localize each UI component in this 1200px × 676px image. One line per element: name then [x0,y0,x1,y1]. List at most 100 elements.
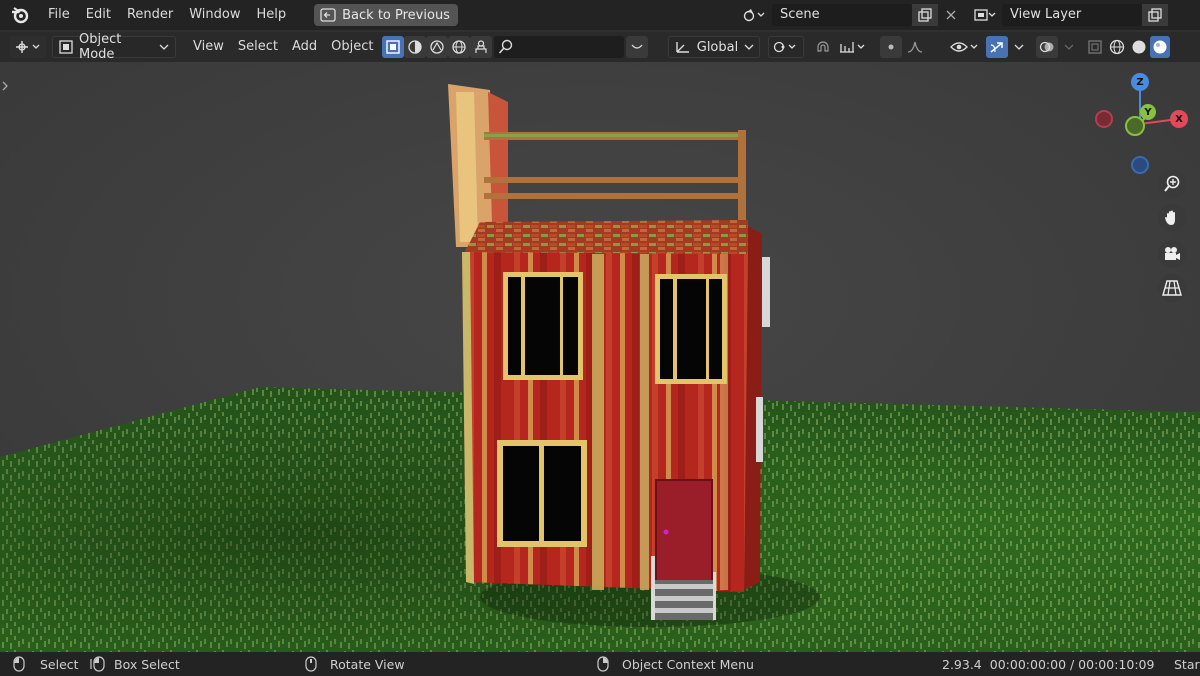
transform-orientation-dropdown[interactable]: Global [668,36,761,58]
gizmo-dropdown[interactable] [1008,36,1030,58]
mode-label: Object Mode [79,32,122,62]
gizmo-neg-y-axis[interactable] [1125,116,1145,136]
3d-viewport[interactable]: Z Y X [0,62,1200,652]
top-bar: File Edit Render Window Help Back to Pre… [0,0,1200,30]
viewport-header: Object Mode View Select Add Object Globa… [0,32,1200,62]
xray-icon [1088,40,1103,54]
pivot-point-dropdown[interactable] [768,36,805,58]
magnet-icon [815,39,831,55]
scene-selector: Scene [736,4,964,26]
overlays-toggle[interactable] [1036,36,1059,58]
select-intersect-button[interactable] [470,36,493,58]
scene-icon [743,8,765,22]
solid-sphere-icon [1131,39,1147,55]
scene-browse-button[interactable] [736,4,772,26]
chevron-down-icon [1064,43,1074,51]
status-bar: Select Box Select Rotate View Object Con… [0,652,1200,676]
person-icon [474,40,488,54]
select-invert-button[interactable] [448,36,471,58]
viewport-search[interactable] [494,36,625,58]
hand-sphere-icon [430,40,445,54]
menu-add[interactable]: Add [285,36,324,58]
menu-window[interactable]: Window [181,4,248,26]
scene-name-field[interactable]: Scene [772,4,912,26]
gizmo-z-axis[interactable]: Z [1131,73,1149,91]
dropdown-arc-icon [630,42,644,52]
view-layer-icon [974,8,996,22]
gizmo-x-axis[interactable]: X [1170,110,1188,128]
menu-render[interactable]: Render [119,4,181,26]
gizmo-neg-x-axis[interactable] [1095,110,1113,128]
gizmo-arrow-icon [989,40,1005,54]
status-select: Select [12,656,79,672]
status-select-label: Select [40,656,79,672]
navigation-gizmo[interactable]: Z Y X [1090,72,1200,174]
view-layer-selector: View Layer [968,4,1168,26]
duplicate-icon [1148,8,1162,22]
mouse-right-icon [596,656,610,672]
select-subtract-button[interactable] [426,36,449,58]
menu-help[interactable]: Help [249,4,295,26]
menu-view[interactable]: View [186,36,231,58]
visibility-dropdown[interactable] [946,36,984,58]
globe-icon [452,40,467,54]
select-extend-button[interactable] [404,36,427,58]
close-icon [946,10,956,20]
status-truncated: Star [1174,656,1200,672]
xray-toggle[interactable] [1084,36,1106,58]
view-layer-browse-button[interactable] [968,4,1002,26]
filter-dropdown-button[interactable] [626,36,649,58]
proportional-editing-toggle[interactable] [880,36,903,58]
zoom-icon [1163,175,1181,193]
menu-object[interactable]: Object [324,36,380,58]
status-box-select-label: Box Select [114,656,180,672]
chevron-down-icon [1014,43,1024,51]
menu-edit[interactable]: Edit [78,4,119,26]
sphere-icon [408,40,423,54]
search-icon [498,39,514,55]
material-preview-button[interactable] [1150,36,1171,58]
search-input[interactable] [518,40,619,54]
new-scene-button[interactable] [912,4,938,26]
snap-toggle[interactable] [812,36,834,58]
view-layer-name-field[interactable]: View Layer [1002,4,1142,26]
chevron-down-icon [744,43,754,51]
wireframe-sphere-icon [1109,39,1125,55]
timecode-label: 00:00:00:00 / 00:00:10:09 [989,656,1155,672]
orthographic-toggle-button[interactable] [1158,274,1186,302]
version-label: 2.93.4 [942,656,982,672]
solid-shading-button[interactable] [1128,36,1150,58]
grid-perspective-icon [1162,279,1182,297]
transform-orientation-label: Global [696,39,739,55]
snap-target-dropdown[interactable] [834,36,872,58]
object-mode-icon [59,40,73,54]
mode-dropdown[interactable]: Object Mode [52,32,176,62]
overlay-circles-icon [1039,39,1055,55]
dot-icon [886,42,896,52]
menu-select[interactable]: Select [231,36,285,58]
select-box-icon [386,40,401,54]
camera-icon [1162,245,1182,263]
gizmo-neg-z-axis[interactable] [1131,156,1149,174]
axis-cursor-icon [14,39,42,55]
editor-type-button[interactable] [10,36,46,58]
proportional-falloff-dropdown[interactable] [902,36,928,58]
menu-file[interactable]: File [40,4,78,26]
select-box-mode-button[interactable] [382,36,405,58]
status-context-menu: Object Context Menu [596,656,754,672]
blender-logo-icon[interactable] [0,0,40,30]
zoom-button[interactable] [1158,170,1186,198]
snap-increment-icon [838,40,868,54]
pan-button[interactable] [1158,204,1186,232]
pivot-icon [773,40,799,54]
back-to-previous-label: Back to Previous [342,7,450,23]
wireframe-shading-button[interactable] [1106,36,1128,58]
new-view-layer-button[interactable] [1142,4,1168,26]
status-box-select: Box Select [88,656,180,672]
gizmo-y-axis[interactable]: Y [1140,104,1156,120]
camera-view-button[interactable] [1158,240,1186,268]
overlays-dropdown[interactable] [1058,36,1080,58]
delete-scene-button[interactable] [938,4,964,26]
back-to-previous-button[interactable]: Back to Previous [314,4,458,26]
gizmo-toggle[interactable] [986,36,1009,58]
